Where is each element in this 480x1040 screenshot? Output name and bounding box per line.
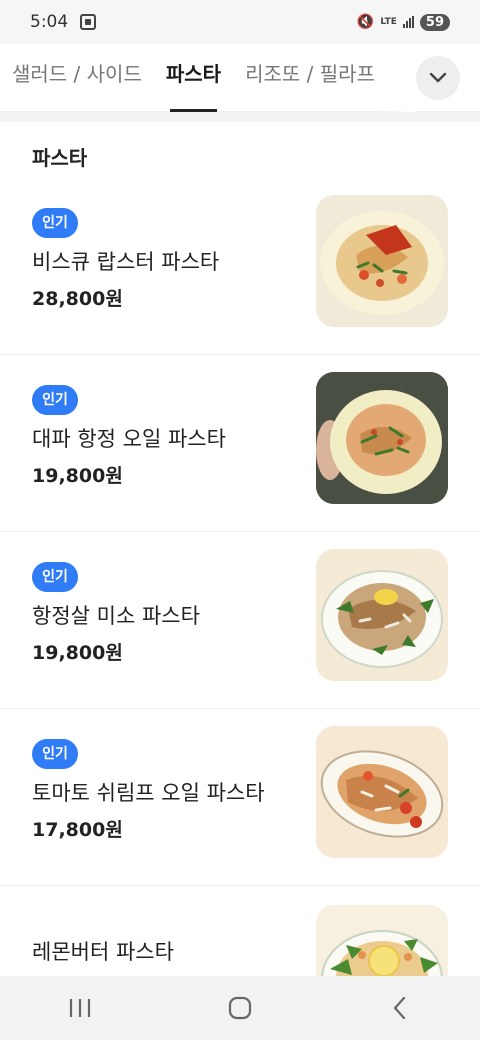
menu-item-name: 항정살 미소 파스타	[32, 604, 200, 628]
screenshot-icon	[80, 14, 97, 30]
popular-badge: 인기	[32, 562, 78, 592]
menu-item-image	[316, 549, 448, 681]
menu-item-name: 레몬버터 파스타	[32, 940, 174, 964]
menu-item[interactable]: 인기 대파 항정 오일 파스타 19,800원	[0, 355, 480, 532]
recent-apps-button[interactable]	[50, 988, 110, 1028]
status-indicators: 🔇 LTE 59	[356, 13, 450, 31]
popular-badge: 인기	[32, 385, 78, 415]
menu-item[interactable]: 인기 항정살 미소 파스타 19,800원	[0, 532, 480, 709]
signal-icon	[402, 16, 414, 28]
popular-badge: 인기	[32, 208, 78, 238]
section-divider	[0, 112, 480, 122]
menu-item-price: 19,800원	[32, 465, 123, 487]
status-time: 5:04	[30, 12, 69, 32]
section-title: 파스타	[32, 146, 88, 170]
home-button[interactable]	[210, 988, 270, 1028]
tab-salad-side[interactable]: 샐러드 / 사이드	[0, 44, 154, 112]
menu-item[interactable]: 인기 토마토 쉬림프 오일 파스타 17,800원	[0, 709, 480, 886]
menu-item-name: 비스큐 랍스터 파스타	[32, 250, 220, 274]
menu-item-price: 28,800원	[32, 288, 123, 310]
menu-item-name: 토마토 쉬림프 오일 파스타	[32, 781, 265, 805]
menu-item-price: 17,800원	[32, 819, 123, 841]
tab-fade	[376, 44, 416, 112]
home-icon	[228, 996, 252, 1020]
system-nav-bar	[0, 976, 480, 1040]
recent-apps-icon	[69, 999, 91, 1017]
battery-level: 59	[419, 13, 450, 31]
menu-item-name: 대파 항정 오일 파스타	[32, 427, 226, 451]
more-tabs-button[interactable]	[416, 56, 460, 100]
category-tab-bar: 샐러드 / 사이드 파스타 리조또 / 필라프	[0, 44, 480, 112]
status-bar: 5:04 🔇 LTE 59	[0, 0, 480, 44]
menu-item-price: 19,800원	[32, 642, 123, 664]
back-button[interactable]	[370, 988, 430, 1028]
menu-item-image	[316, 372, 448, 504]
tab-risotto-pilaf[interactable]: 리조또 / 필라프	[233, 44, 387, 112]
chevron-down-icon	[429, 72, 447, 83]
menu-item[interactable]: 인기 비스큐 랍스터 파스타 28,800원	[0, 178, 480, 355]
back-icon	[393, 996, 406, 1020]
popular-badge: 인기	[32, 739, 78, 769]
tab-pasta[interactable]: 파스타	[154, 44, 233, 112]
menu-item-image	[316, 195, 448, 327]
network-type: LTE	[380, 16, 397, 27]
menu-item-image	[316, 726, 448, 858]
mute-icon: 🔇	[356, 14, 375, 30]
